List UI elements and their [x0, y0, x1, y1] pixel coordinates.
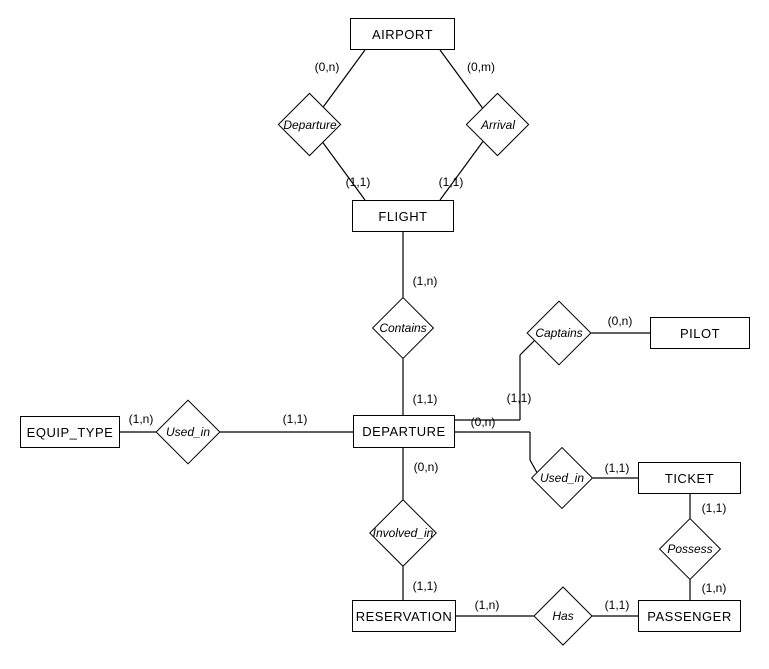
relationship-used-in-equip: [155, 399, 220, 464]
entity-label: RESERVATION: [356, 609, 453, 624]
cardinality: (0,n): [471, 415, 496, 429]
entity-equip-type: EQUIP_TYPE: [20, 416, 120, 448]
entity-label: PILOT: [680, 326, 720, 341]
cardinality: (1,1): [413, 392, 438, 406]
entity-pilot: PILOT: [650, 317, 750, 349]
relationship-departure: [278, 93, 342, 157]
cardinality: (0,n): [608, 314, 633, 328]
entity-passenger: PASSENGER: [638, 600, 741, 632]
entity-label: AIRPORT: [372, 27, 433, 42]
entity-flight: FLIGHT: [352, 200, 454, 232]
relationship-arrival: [466, 93, 530, 157]
relationship-captains: [526, 300, 591, 365]
cardinality: (1,1): [507, 391, 532, 405]
relationship-involved-in: [369, 499, 437, 567]
cardinality: (1,1): [413, 579, 438, 593]
cardinality: (1,1): [605, 598, 630, 612]
cardinality: (1,1): [283, 412, 308, 426]
cardinality: (1,1): [702, 501, 727, 515]
entity-ticket: TICKET: [638, 462, 741, 494]
er-diagram-canvas: AIRPORT FLIGHT DEPARTURE EQUIP_TYPE PILO…: [0, 0, 769, 669]
cardinality: (1,1): [439, 175, 464, 189]
cardinality: (1,n): [702, 581, 727, 595]
entity-label: FLIGHT: [378, 209, 427, 224]
cardinality: (1,n): [475, 598, 500, 612]
entity-label: EQUIP_TYPE: [27, 425, 114, 440]
entity-airport: AIRPORT: [350, 18, 455, 50]
relationship-contains: [372, 297, 434, 359]
relationship-has: [533, 586, 592, 645]
cardinality: (1,n): [129, 412, 154, 426]
entity-label: PASSENGER: [647, 609, 731, 624]
entity-label: TICKET: [665, 471, 714, 486]
cardinality: (1,1): [346, 175, 371, 189]
cardinality: (0,n): [414, 460, 439, 474]
cardinality: (0,n): [315, 60, 340, 74]
cardinality: (1,n): [413, 274, 438, 288]
cardinality: (0,m): [467, 60, 495, 74]
cardinality: (1,1): [605, 461, 630, 475]
entity-departure: DEPARTURE: [353, 415, 455, 448]
relationship-possess: [659, 518, 721, 580]
relationship-used-in-ticket: [531, 447, 593, 509]
entity-reservation: RESERVATION: [352, 600, 456, 632]
entity-label: DEPARTURE: [362, 424, 445, 439]
